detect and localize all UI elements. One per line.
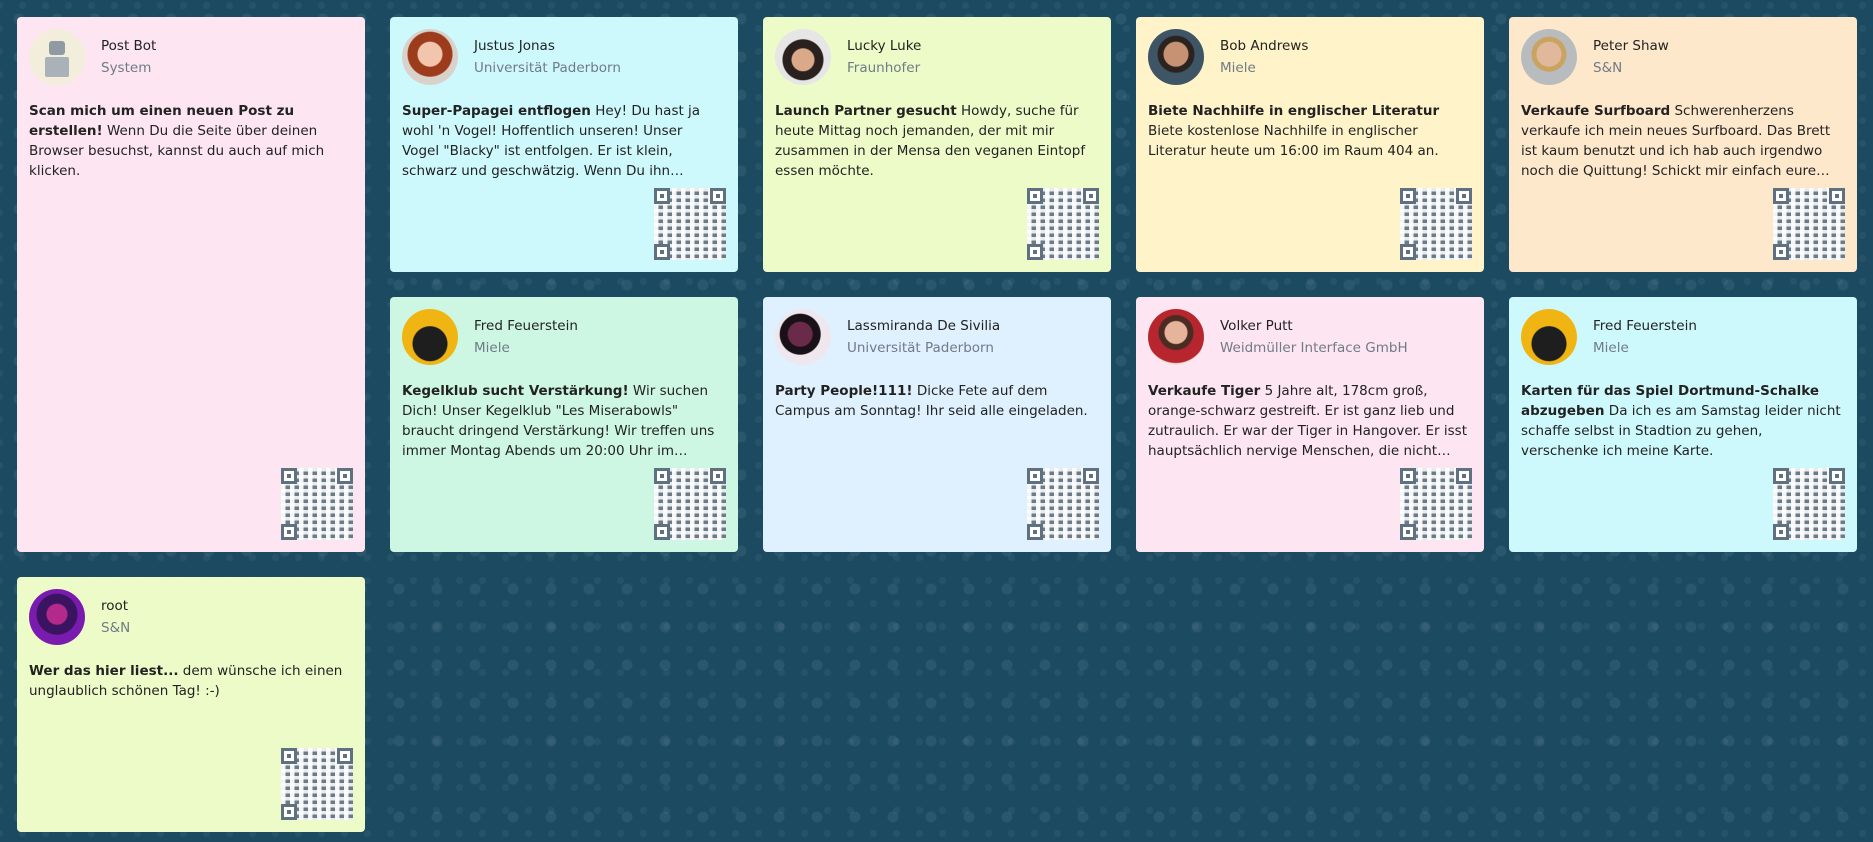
author-org: System [101,60,152,76]
man-portrait-avatar [1148,29,1204,85]
card-header: Bob Andrews Miele [1148,29,1472,85]
author-org: S&N [101,620,131,636]
qr-code-icon[interactable] [1400,188,1472,260]
author-org: Universität Paderborn [474,60,621,76]
card-header: root S&N [29,589,353,645]
author-name: Peter Shaw [1593,38,1669,54]
post-title: Biete Nachhilfe in englischer Literatur [1148,103,1440,119]
post-content: Verkaufe Tiger 5 Jahre alt, 178cm groß, … [1148,381,1472,461]
post-title: Wer das hier liest... [29,663,179,679]
qr-code-icon[interactable] [1400,468,1472,540]
post-card[interactable]: Peter Shaw S&N Verkaufe Surfboard Schwer… [1509,17,1857,272]
qr-code-icon[interactable] [654,188,726,260]
post-content: Super-Papagei entflogen Hey! Du hast ja … [402,101,726,181]
post-content: Karten für das Spiel Dortmund-Schalke ab… [1521,381,1845,461]
author-org: Miele [474,340,510,356]
woman-smiling-avatar [1148,309,1204,365]
post-content: Wer das hier liest... dem wünsche ich ei… [29,661,353,701]
woman-purple-hair-avatar [775,309,831,365]
post-card[interactable]: Bob Andrews Miele Biete Nachhilfe in eng… [1136,17,1484,272]
card-header: Justus Jonas Universität Paderborn [402,29,726,85]
post-title: Kegelklub sucht Verstärkung! [402,383,629,399]
post-board: Post Bot System Scan mich um einen neuen… [17,17,1857,832]
author-name: Fred Feuerstein [474,318,578,334]
post-content: Kegelklub sucht Verstärkung! Wir suchen … [402,381,726,461]
post-content: Party People!111! Dicke Fete auf dem Cam… [775,381,1099,421]
author-name: Post Bot [101,38,157,54]
post-card[interactable]: Lucky Luke Fraunhofer Launch Partner ges… [763,17,1111,272]
pug-avatar [402,309,458,365]
author-org: Weidmüller Interface GmbH [1220,340,1408,356]
qr-code-icon[interactable] [1773,468,1845,540]
post-title: Verkaufe Tiger [1148,383,1261,399]
author-name: Justus Jonas [474,38,555,54]
woman-curly-hair-avatar [775,29,831,85]
man-blond-avatar [1521,29,1577,85]
qr-code-icon[interactable] [281,748,353,820]
neon-portrait-avatar [29,589,85,645]
post-content: Biete Nachhilfe in englischer Literatur … [1148,101,1472,161]
pug-avatar [1521,309,1577,365]
robot-avatar [29,29,85,85]
post-card[interactable]: Post Bot System Scan mich um einen neuen… [17,17,365,552]
qr-code-icon[interactable] [1027,188,1099,260]
author-org: Fraunhofer [847,60,921,76]
card-header: Fred Feuerstein Miele [1521,309,1845,365]
author-name: root [101,598,129,614]
qr-code-icon[interactable] [654,468,726,540]
qr-code-icon[interactable] [1027,468,1099,540]
post-content: Verkaufe Surfboard Schwerenherzens verka… [1521,101,1845,181]
post-title: Verkaufe Surfboard [1521,103,1671,119]
woman-red-hair-avatar [402,29,458,85]
card-header: Lassmiranda De Sivilia Universität Pader… [775,309,1099,365]
author-name: Bob Andrews [1220,38,1309,54]
card-header: Volker Putt Weidmüller Interface GmbH [1148,309,1472,365]
post-content: Launch Partner gesucht Howdy, suche für … [775,101,1099,181]
post-card[interactable]: Volker Putt Weidmüller Interface GmbH Ve… [1136,297,1484,552]
post-card[interactable]: Justus Jonas Universität Paderborn Super… [390,17,738,272]
post-title: Party People!111! [775,383,913,399]
qr-code-icon[interactable] [1773,188,1845,260]
author-name: Lucky Luke [847,38,922,54]
card-header: Fred Feuerstein Miele [402,309,726,365]
post-card[interactable]: Fred Feuerstein Miele Karten für das Spi… [1509,297,1857,552]
author-name: Lassmiranda De Sivilia [847,318,1001,334]
post-card[interactable]: Fred Feuerstein Miele Kegelklub sucht Ve… [390,297,738,552]
post-title: Launch Partner gesucht [775,103,957,119]
author-org: S&N [1593,60,1623,76]
qr-code-icon[interactable] [281,468,353,540]
card-header: Lucky Luke Fraunhofer [775,29,1099,85]
author-name: Fred Feuerstein [1593,318,1697,334]
post-title: Super-Papagei entflogen [402,103,591,119]
post-card[interactable]: Lassmiranda De Sivilia Universität Pader… [763,297,1111,552]
author-org: Miele [1220,60,1256,76]
author-org: Universität Paderborn [847,340,994,356]
post-content: Scan mich um einen neuen Post zu erstell… [29,101,353,181]
card-header: Peter Shaw S&N [1521,29,1845,85]
post-text: Biete kostenlose Nachhilfe in englischer… [1148,123,1439,159]
author-name: Volker Putt [1220,318,1293,334]
card-header: Post Bot System [29,29,353,85]
author-org: Miele [1593,340,1629,356]
post-card[interactable]: root S&N Wer das hier liest... dem wünsc… [17,577,365,832]
